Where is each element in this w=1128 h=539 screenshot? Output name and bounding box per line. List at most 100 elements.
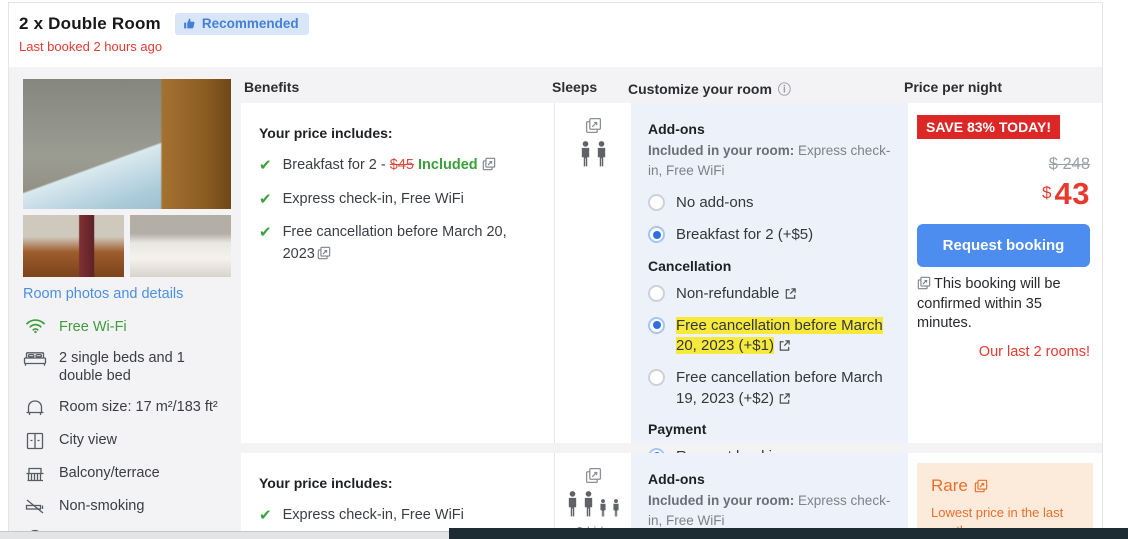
photo-column: Room photos and details Free Wi-Fi 2 sin…	[23, 79, 231, 539]
breakfast-prefix: Breakfast for 2 -	[282, 157, 386, 173]
amenity-label: City view	[59, 432, 118, 449]
popup-icon[interactable]	[917, 276, 931, 290]
included-in-room-line: Included in your room: Express check-in,…	[648, 491, 894, 530]
price-cell-row1: SAVE 83% TODAY! $ 248 $43 Request bookin…	[908, 103, 1102, 443]
cancel-option-non-refundable[interactable]: Non-refundable	[648, 284, 894, 304]
amenity-room-size: Room size: 17 m²/183 ft²	[23, 398, 231, 418]
benefit-breakfast: ✔ Breakfast for 2 - $45 Included	[259, 155, 540, 178]
room-size-icon	[23, 398, 47, 418]
adult-icon	[566, 491, 579, 517]
included-label: Included in your room:	[648, 493, 795, 508]
amenities-list: Free Wi-Fi 2 single beds and 1 double be…	[23, 318, 231, 539]
amenity-free-wifi: Free Wi-Fi	[23, 318, 231, 336]
last-booked-note: Last booked 2 hours ago	[19, 39, 163, 54]
option-label[interactable]: Free cancellation before March 19, 2023 …	[676, 368, 894, 409]
cancellation-title: Cancellation	[648, 257, 732, 274]
benefits-cell-row1: Your price includes: ✔ Breakfast for 2 -…	[241, 103, 554, 443]
room-listing-section: 2 x Double Room Recommended Last booked …	[0, 0, 1128, 539]
room-photo-small-2[interactable]	[130, 215, 231, 277]
amenity-label: Room size: 17 m²/183 ft²	[59, 399, 218, 416]
cancel-label[interactable]: Non-refundable	[676, 285, 779, 302]
price-includes-heading: Your price includes:	[259, 475, 393, 491]
window-icon	[23, 431, 47, 451]
room-photo-small-1[interactable]	[23, 215, 124, 277]
radio-icon[interactable]	[648, 284, 665, 302]
wifi-icon	[23, 318, 47, 334]
old-price: $ 248	[1048, 155, 1090, 173]
benefit-text: Express check-in, Free WiFi	[282, 507, 464, 523]
save-badge: SAVE 83% TODAY!	[917, 115, 1061, 139]
popup-icon[interactable]	[482, 157, 496, 171]
benefit-item: ✔ Express check-in, Free WiFi	[259, 189, 540, 212]
popup-icon[interactable]	[974, 479, 988, 493]
rare-title: Rare	[931, 476, 968, 495]
included-label: Included in your room:	[648, 143, 795, 158]
amenity-label: Free Wi-Fi	[59, 319, 127, 335]
room-card: 2 x Double Room Recommended Last booked …	[8, 2, 1103, 539]
adult-icon	[579, 141, 592, 167]
option-label[interactable]: Free cancellation before March 20, 2023 …	[676, 316, 894, 357]
breakfast-old-price: $45	[389, 157, 414, 173]
external-link-icon[interactable]	[778, 392, 791, 405]
popup-icon[interactable]	[585, 467, 602, 484]
option-label[interactable]: No add-ons	[676, 193, 754, 213]
room-photos-link[interactable]: Room photos and details	[23, 286, 231, 302]
addons-title: Add-ons	[648, 121, 705, 137]
benefits-cell-row2: Your price includes: ✔ Express check-in,…	[241, 453, 554, 539]
child-icon	[598, 499, 608, 517]
urgency-note: Our last 2 rooms!	[978, 343, 1090, 360]
price-includes-heading: Your price includes:	[259, 125, 393, 141]
amenity-label: 2 single beds and 1 double bed	[59, 350, 185, 385]
price-cell-row2: Rare Lowest price in the last month	[908, 453, 1102, 539]
check-icon: ✔	[259, 157, 272, 174]
balcony-icon	[23, 464, 47, 484]
sleeps-cell-row2: 2 kids under 7	[554, 453, 631, 539]
column-header-sleeps: Sleeps	[552, 79, 598, 95]
benefit-item: ✔ Free cancellation before March 20, 202…	[259, 222, 540, 266]
included-in-room-line: Included in your room: Express check-in,…	[648, 141, 894, 180]
radio-icon-selected[interactable]	[648, 226, 665, 244]
amenity-label: Balcony/terrace	[59, 465, 160, 482]
no-smoking-icon	[23, 497, 47, 515]
bed-icon	[23, 349, 47, 369]
addon-option-breakfast[interactable]: Breakfast for 2 (+$5)	[648, 225, 894, 245]
thumb-up-icon	[183, 17, 196, 30]
benefit-text: Express check-in, Free WiFi	[282, 190, 464, 207]
popup-icon[interactable]	[585, 117, 602, 134]
request-booking-button[interactable]: Request booking	[917, 224, 1090, 267]
amenity-label: Non-smoking	[59, 498, 145, 515]
cancel-option-march19[interactable]: Free cancellation before March 19, 2023 …	[648, 368, 894, 409]
customize-cell-row1: Add-ons Included in your room: Express c…	[631, 103, 908, 517]
room-title: 2 x Double Room	[19, 14, 161, 33]
amenity-beds: 2 single beds and 1 double bed	[23, 349, 231, 385]
confirmation-note: This booking will be confirmed within 35…	[917, 275, 1090, 334]
cancel-option-march20[interactable]: Free cancellation before March 20, 2023 …	[648, 316, 894, 357]
room-card-body: Benefits Sleeps Customize your room ⓘ Pr…	[9, 67, 1102, 539]
customize-cell-row2: Add-ons Included in your room: Express c…	[631, 453, 908, 539]
column-header-customize: Customize your room ⓘ	[628, 79, 791, 98]
external-link-icon[interactable]	[784, 287, 797, 300]
recommended-badge-label: Recommended	[201, 16, 299, 31]
bottom-scroll-edge[interactable]	[0, 531, 449, 539]
amenity-balcony: Balcony/terrace	[23, 464, 231, 484]
external-link-icon[interactable]	[778, 339, 791, 352]
sleeps-cell-row1	[554, 103, 631, 443]
check-icon: ✔	[259, 507, 272, 524]
currency-symbol: $	[1042, 183, 1052, 202]
room-header: 2 x Double Room Recommended Last booked …	[9, 3, 1102, 54]
check-icon: ✔	[259, 190, 272, 208]
radio-icon-selected[interactable]	[648, 316, 665, 334]
info-icon[interactable]: ⓘ	[778, 79, 791, 98]
radio-icon[interactable]	[648, 194, 665, 212]
option-label[interactable]: Breakfast for 2 (+$5)	[676, 225, 813, 245]
addon-option-no-addons[interactable]: No add-ons	[648, 193, 894, 213]
check-icon: ✔	[259, 224, 272, 241]
radio-icon[interactable]	[648, 369, 665, 387]
option-label[interactable]: Non-refundable	[676, 284, 797, 304]
current-price: $43	[917, 176, 1090, 212]
price-amount: 43	[1054, 176, 1090, 211]
popup-icon[interactable]	[317, 246, 331, 260]
room-photo-large[interactable]	[23, 79, 231, 209]
adult-icon	[582, 491, 595, 517]
column-header-benefits: Benefits	[244, 79, 300, 95]
